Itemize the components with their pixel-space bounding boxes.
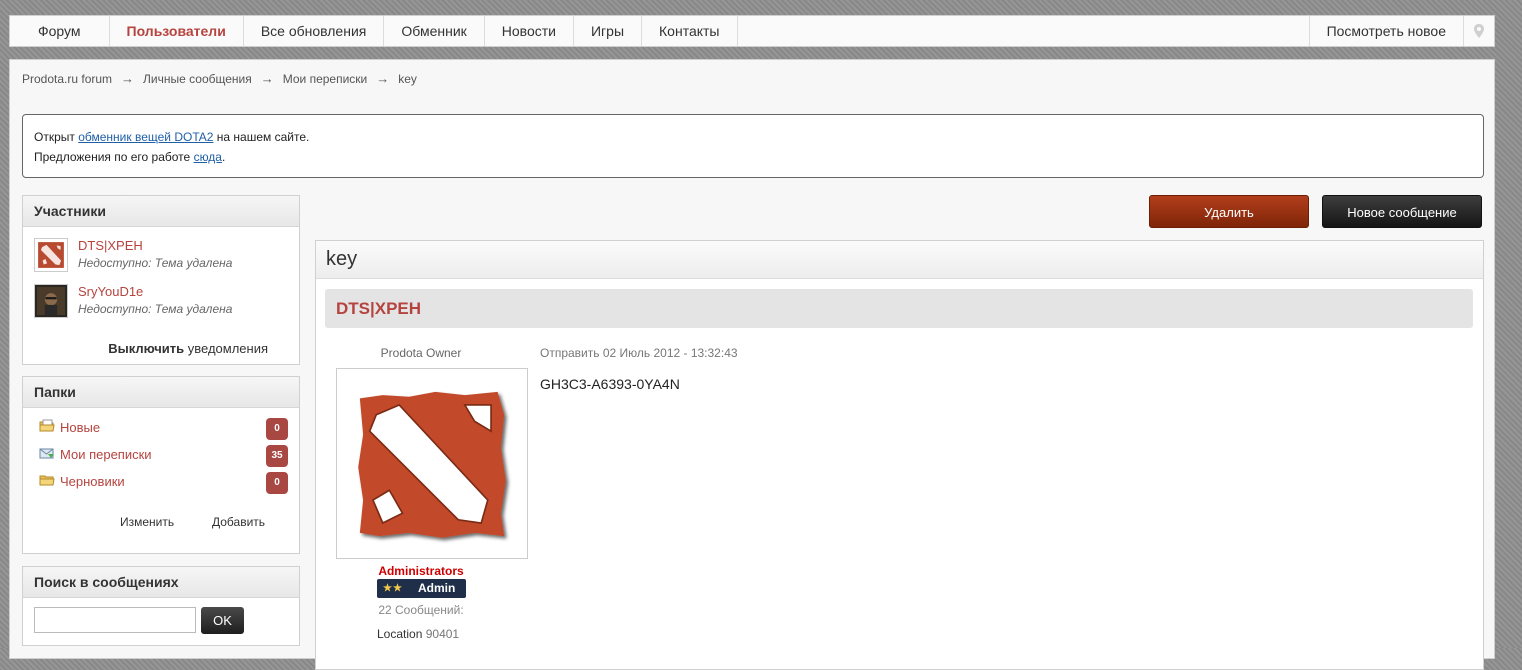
folder-icon [39,473,55,490]
folder-count-badge: 0 [266,472,288,494]
folder-conversations[interactable]: Мои переписки [39,446,152,463]
nav-all-updates[interactable]: Все обновления [244,16,385,46]
folders-box: Папки Новые 0 Мои переписки 35 Черновики… [22,376,300,554]
participants-title: Участники [23,196,299,227]
participant-name[interactable]: DTS|XPEH [78,238,143,253]
post-date: Отправить 02 Июль 2012 - 13:32:43 [540,346,738,360]
breadcrumb-current: key [398,72,417,86]
folder-new[interactable]: Новые [39,419,100,436]
participants-box: Участники DTS|XPEH Недоступно: Тема удал… [22,195,300,365]
post-body: GH3C3-A6393-0YA4N [540,376,680,392]
user-rank: Prodota Owner [380,346,462,360]
admin-badge: ★★ Admin [377,579,466,598]
search-title: Поиск в сообщениях [23,567,299,598]
nav-news[interactable]: Новости [485,16,574,46]
folders-title: Папки [23,377,299,408]
nav-exchange[interactable]: Обменник [384,16,485,46]
nav-forum[interactable]: Форум [10,16,110,46]
post-count: 22 Сообщений: [378,603,464,617]
post-author[interactable]: DTS|XPEH [336,299,421,319]
location-pin-icon[interactable] [1464,16,1494,46]
search-input[interactable] [34,607,196,633]
folder-count-badge: 35 [266,445,288,467]
conversation-title: key [316,241,1483,279]
arrow-right-icon: → [260,71,274,86]
breadcrumb-forum[interactable]: Prodota.ru forum [22,72,112,86]
arrow-right-icon: → [376,71,390,86]
participant-status: Недоступно: Тема удалена [78,256,233,270]
new-message-button[interactable]: Новое сообщение [1322,195,1482,228]
post-header: DTS|XPEH [325,289,1473,328]
search-box: Поиск в сообщениях OK [22,566,300,646]
edit-folders-link[interactable]: Изменить [120,515,174,529]
announcement-box: Открыт обменник вещей DOTA2 на нашем сай… [22,114,1484,178]
nav-contacts[interactable]: Контакты [642,16,738,46]
feedback-link[interactable]: сюда [194,150,222,164]
view-new-link[interactable]: Посмотреть новое [1308,16,1464,46]
avatar[interactable] [34,238,68,272]
add-folder-link[interactable]: Добавить [212,515,265,529]
top-nav: Форум Пользователи Все обновления Обменн… [9,15,1495,47]
arrow-right-icon: → [121,71,135,86]
mail-folder-icon [39,446,55,463]
breadcrumb-messages[interactable]: Личные сообщения [143,72,252,86]
search-ok-button[interactable]: OK [201,607,244,634]
user-location: Location 90401 [377,627,460,641]
folder-drafts[interactable]: Черновики [39,473,125,490]
delete-button[interactable]: Удалить [1149,195,1309,228]
breadcrumb: Prodota.ru forum → Личные сообщения → Мои пе… [22,71,417,86]
folder-open-icon [39,419,55,436]
avatar[interactable] [34,284,68,318]
nav-games[interactable]: Игры [574,16,643,46]
conversation-panel: key DTS|XPEH Prodota Owner Administrator… [315,240,1484,670]
participant-name[interactable]: SryYouD1e [78,284,143,299]
nav-users[interactable]: Пользователи [110,16,244,46]
participant-status: Недоступно: Тема удалена [78,302,233,316]
breadcrumb-conversations[interactable]: Мои переписки [283,72,368,86]
star-icon: ★★ [383,583,403,594]
user-group: Administrators [378,564,464,578]
main-panel: Prodota.ru forum → Личные сообщения → Мои пе… [9,59,1495,670]
exchange-link[interactable]: обменник вещей DOTA2 [78,130,213,144]
folder-count-badge: 0 [266,418,288,440]
author-avatar[interactable] [336,368,528,559]
unsubscribe-link[interactable]: Выключить уведомления [108,341,268,356]
